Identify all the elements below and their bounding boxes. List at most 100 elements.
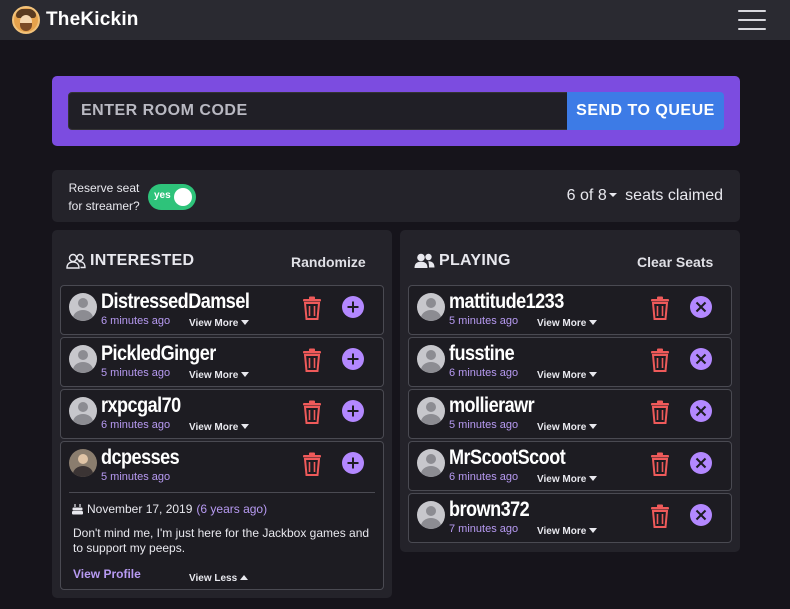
view-less-toggle[interactable]: View Less bbox=[189, 573, 249, 584]
avatar bbox=[69, 293, 97, 321]
avatar bbox=[417, 449, 445, 477]
interested-column: INTERESTED Randomize DistressedDamsel 6 … bbox=[52, 230, 392, 598]
avatar bbox=[417, 345, 445, 373]
reserve-seat-bar: Reserve seat for streamer? yes 6 of 8 se… bbox=[52, 170, 740, 222]
toggle-state-text: yes bbox=[154, 190, 171, 201]
seats-claimed-status: 6 of 8 seats claimed bbox=[567, 187, 723, 205]
username: PickledGinger bbox=[101, 342, 216, 365]
seats-total-dropdown[interactable]: 8 bbox=[598, 187, 621, 204]
view-more-toggle[interactable]: View More bbox=[537, 526, 598, 537]
caret-down-icon bbox=[241, 424, 250, 429]
joined-time: 6 minutes ago bbox=[449, 471, 519, 483]
plus-circle-icon[interactable] bbox=[342, 400, 364, 422]
caret-down-icon bbox=[589, 476, 598, 481]
joined-time: 6 minutes ago bbox=[449, 367, 519, 379]
interested-card: PickledGinger 5 minutes ago View More bbox=[60, 337, 384, 387]
trash-icon[interactable] bbox=[301, 348, 323, 372]
joined-time: 7 minutes ago bbox=[449, 523, 519, 535]
toggle-knob bbox=[174, 188, 192, 206]
birthday-ago: (6 years ago) bbox=[196, 502, 268, 516]
caret-down-icon bbox=[589, 320, 598, 325]
trash-icon[interactable] bbox=[301, 296, 323, 320]
x-circle-icon[interactable] bbox=[690, 452, 712, 474]
username: brown372 bbox=[449, 498, 530, 521]
caret-down-icon bbox=[589, 424, 598, 429]
interested-card: rxpcgal70 6 minutes ago View More bbox=[60, 389, 384, 439]
users-filled-icon bbox=[414, 253, 435, 268]
trash-icon[interactable] bbox=[649, 504, 671, 528]
trash-icon[interactable] bbox=[649, 400, 671, 424]
caret-down-icon bbox=[608, 193, 617, 197]
caret-down-icon bbox=[589, 372, 598, 377]
x-circle-icon[interactable] bbox=[690, 504, 712, 526]
x-circle-icon[interactable] bbox=[690, 296, 712, 318]
username: rxpcgal70 bbox=[101, 394, 181, 417]
avatar bbox=[69, 397, 97, 425]
playing-card: mattitude1233 5 minutes ago View More bbox=[408, 285, 732, 335]
cake-icon bbox=[72, 504, 83, 515]
avatar bbox=[69, 449, 97, 477]
room-code-panel: SEND TO QUEUE bbox=[52, 76, 740, 146]
birthday-date: November 17, 2019 bbox=[87, 502, 193, 516]
birthday-line: November 17, 2019 (6 years ago) bbox=[71, 502, 267, 516]
trash-icon[interactable] bbox=[649, 348, 671, 372]
app-name: TheKickin bbox=[46, 9, 139, 30]
hamburger-menu-icon[interactable] bbox=[738, 9, 766, 31]
caret-up-icon bbox=[240, 575, 249, 580]
view-more-toggle[interactable]: View More bbox=[537, 474, 598, 485]
trash-icon[interactable] bbox=[649, 296, 671, 320]
view-more-toggle[interactable]: View More bbox=[537, 422, 598, 433]
trash-icon[interactable] bbox=[301, 452, 323, 476]
joined-time: 5 minutes ago bbox=[101, 471, 171, 483]
clear-seats-button[interactable]: Clear Seats bbox=[637, 254, 713, 270]
caret-down-icon bbox=[241, 320, 250, 325]
username: mollierawr bbox=[449, 394, 535, 417]
seats-claimed-count: 6 bbox=[566, 187, 576, 204]
avatar bbox=[417, 293, 445, 321]
brand[interactable]: TheKickin bbox=[12, 6, 139, 34]
joined-time: 6 minutes ago bbox=[101, 419, 171, 431]
avatar bbox=[417, 397, 445, 425]
trash-icon[interactable] bbox=[649, 452, 671, 476]
interested-card: DistressedDamsel 6 minutes ago View More bbox=[60, 285, 384, 335]
interested-header: INTERESTED bbox=[66, 252, 194, 270]
playing-card: MrScootScoot 6 minutes ago View More bbox=[408, 441, 732, 491]
username: fusstine bbox=[449, 342, 515, 365]
reserve-seat-label: Reserve seat for streamer? bbox=[68, 181, 140, 213]
joined-time: 6 minutes ago bbox=[101, 315, 171, 327]
username: dcpesses bbox=[101, 446, 180, 469]
joined-time: 5 minutes ago bbox=[101, 367, 171, 379]
playing-card: brown372 7 minutes ago View More bbox=[408, 493, 732, 543]
send-to-queue-button[interactable]: SEND TO QUEUE bbox=[567, 92, 724, 130]
avatar bbox=[417, 501, 445, 529]
app-logo bbox=[12, 6, 40, 34]
playing-card: mollierawr 5 minutes ago View More bbox=[408, 389, 732, 439]
x-circle-icon[interactable] bbox=[690, 348, 712, 370]
playing-card: fusstine 6 minutes ago View More bbox=[408, 337, 732, 387]
navbar: TheKickin bbox=[0, 0, 790, 40]
view-more-toggle[interactable]: View More bbox=[537, 370, 598, 381]
seats-of-label: of bbox=[580, 187, 594, 204]
username: MrScootScoot bbox=[449, 446, 566, 469]
view-more-toggle[interactable]: View More bbox=[189, 318, 250, 329]
room-code-input[interactable] bbox=[68, 92, 568, 130]
view-more-toggle[interactable]: View More bbox=[537, 318, 598, 329]
interested-card-expanded: dcpesses 5 minutes ago November 17, 2019… bbox=[60, 441, 384, 590]
caret-down-icon bbox=[241, 372, 250, 377]
view-more-toggle[interactable]: View More bbox=[189, 370, 250, 381]
view-profile-link[interactable]: View Profile bbox=[73, 567, 141, 581]
joined-time: 5 minutes ago bbox=[449, 419, 519, 431]
trash-icon[interactable] bbox=[301, 400, 323, 424]
reserve-seat-toggle[interactable]: yes bbox=[148, 184, 196, 210]
playing-header: PLAYING bbox=[414, 252, 511, 270]
x-circle-icon[interactable] bbox=[690, 400, 712, 422]
view-more-toggle[interactable]: View More bbox=[189, 422, 250, 433]
joined-time: 5 minutes ago bbox=[449, 315, 519, 327]
plus-circle-icon[interactable] bbox=[342, 348, 364, 370]
playing-column: PLAYING Clear Seats mattitude1233 5 minu… bbox=[400, 230, 740, 552]
randomize-button[interactable]: Randomize bbox=[291, 254, 366, 270]
divider bbox=[69, 492, 375, 493]
plus-circle-icon[interactable] bbox=[342, 452, 364, 474]
plus-circle-icon[interactable] bbox=[342, 296, 364, 318]
username: mattitude1233 bbox=[449, 290, 564, 313]
